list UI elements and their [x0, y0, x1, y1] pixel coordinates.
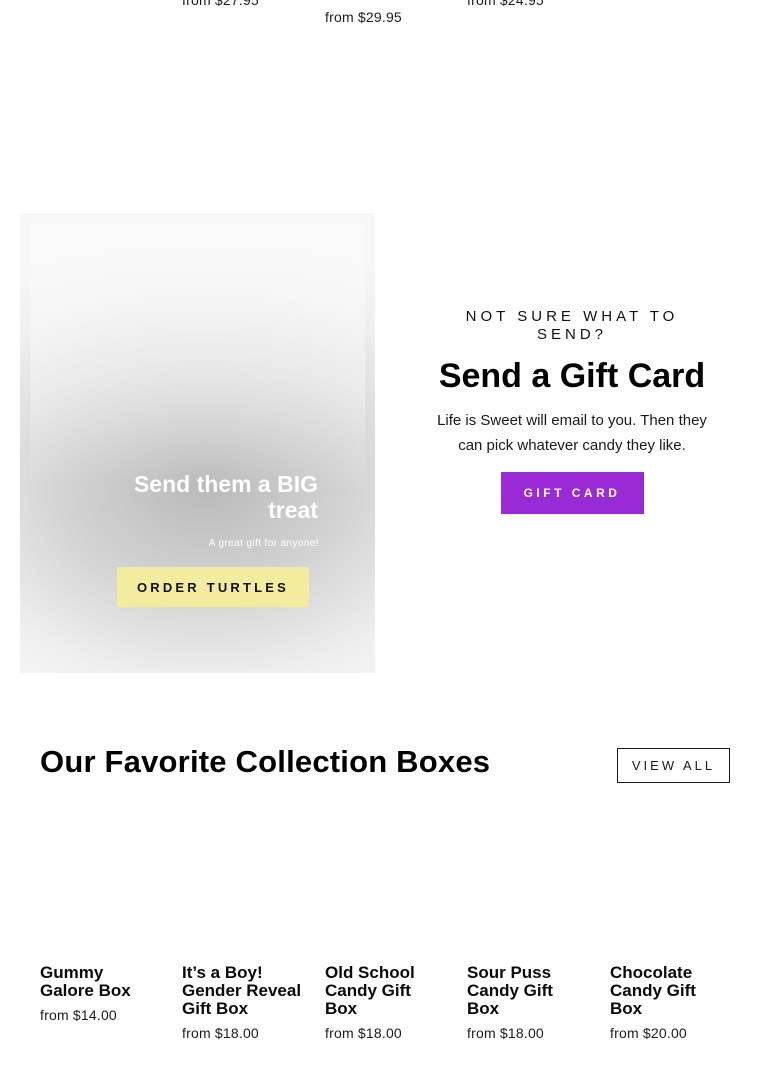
product-card[interactable]: Gummy Galore Box from $14.00: [40, 964, 160, 1024]
view-all-button[interactable]: VIEW ALL: [617, 748, 730, 783]
gift-card-description: Life is Sweet will email to you. Then th…: [437, 412, 707, 454]
product-price: from $18.00: [182, 1025, 259, 1041]
product-name[interactable]: It’s a Boy! Gender Reveal Gift Box: [182, 964, 302, 1018]
product-price: from $18.00: [325, 1025, 402, 1041]
product-card[interactable]: Sour Puss Candy Gift Box from $18.00: [467, 964, 587, 1042]
gift-card-section: NOT SURE WHAT TO SEND? Send a Gift Card …: [430, 308, 714, 514]
promo-banner[interactable]: Send them a BIG treat A great gift for a…: [20, 213, 375, 673]
product-price: from $24.95: [467, 0, 544, 8]
product-card[interactable]: Chocolate Candy Gift Box from $20.00: [610, 964, 730, 1042]
gift-card-eyebrow: NOT SURE WHAT TO SEND?: [465, 308, 679, 343]
product-name[interactable]: Chocolate Candy Gift Box: [610, 964, 730, 1018]
previous-products-prices: from $27.95 from $29.95 from $24.95: [0, 0, 770, 40]
product-price: from $20.00: [610, 1025, 687, 1041]
product-price: from $14.00: [40, 1007, 117, 1023]
gift-card-button[interactable]: GIFT CARD: [500, 472, 644, 514]
promo-heading: Send them a BIG treat: [133, 471, 318, 523]
product-price: from $18.00: [467, 1025, 544, 1041]
order-turtles-button[interactable]: ORDER TURTLES: [117, 567, 309, 607]
product-name[interactable]: Old School Candy Gift Box: [325, 964, 445, 1018]
product-name[interactable]: Gummy Galore Box: [40, 964, 160, 1000]
gift-card-title: Send a Gift Card: [438, 357, 706, 395]
product-price: from $29.95: [325, 9, 402, 25]
product-name[interactable]: Sour Puss Candy Gift Box: [467, 964, 587, 1018]
product-card[interactable]: Old School Candy Gift Box from $18.00: [325, 964, 445, 1042]
product-card[interactable]: It’s a Boy! Gender Reveal Gift Box from …: [182, 964, 302, 1042]
product-price: from $27.95: [182, 0, 259, 8]
section-title: Our Favorite Collection Boxes: [40, 744, 491, 779]
promo-subtext: A great gift for anyone!: [208, 538, 319, 549]
